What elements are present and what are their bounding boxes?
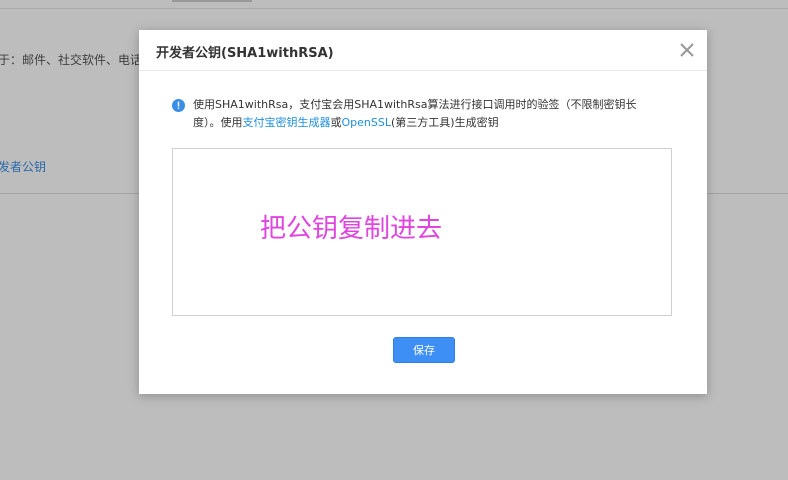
info-text-middle: 或 [330, 116, 342, 129]
info-text: 使用SHA1withRsa，支付宝会用SHA1withRsa算法进行接口调用时的… [193, 96, 643, 132]
key-generator-link[interactable]: 支付宝密钥生成器 [243, 116, 331, 129]
close-icon[interactable] [677, 40, 697, 60]
openssl-link[interactable]: OpenSSL [342, 116, 391, 129]
modal-title: 开发者公钥(SHA1withRSA) [156, 46, 334, 61]
info-icon [172, 97, 185, 112]
page: 于：邮件、社交软件、电话 发者公钥 开发者公钥(SHA1withRSA) 使用S… [0, 0, 788, 480]
info-text-after: (第三方工具)生成密钥 [390, 116, 499, 129]
public-key-modal: 开发者公钥(SHA1withRSA) 使用SHA1withRsa，支付宝会用SH… [139, 30, 707, 394]
save-button[interactable]: 保存 [393, 337, 455, 363]
modal-header: 开发者公钥(SHA1withRSA) [139, 30, 707, 71]
public-key-textarea[interactable] [172, 148, 672, 316]
